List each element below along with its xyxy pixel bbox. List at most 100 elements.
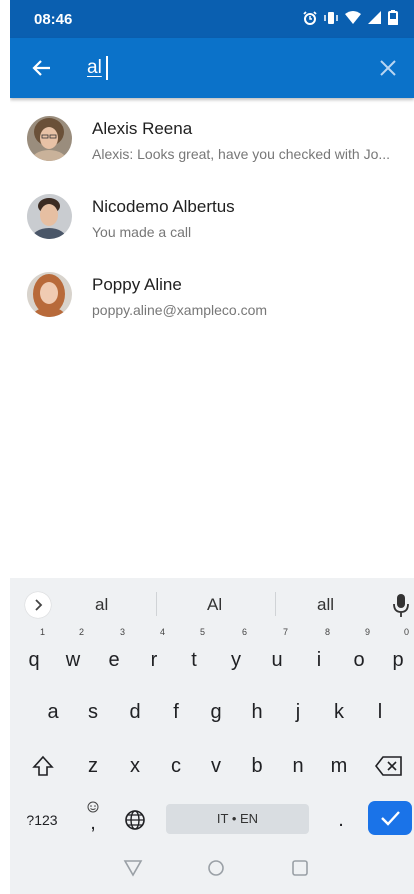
result-row-nicodemo[interactable]: Nicodemo Albertus You made a call (10, 176, 414, 254)
globe-icon (125, 810, 145, 830)
key-hint: 3 (119, 627, 125, 637)
key-label: e (108, 649, 120, 671)
key-s[interactable]: s (80, 690, 106, 734)
status-bar: 08:46 (10, 0, 414, 38)
system-nav-bar (10, 844, 414, 894)
status-time: 08:46 (34, 11, 73, 28)
contact-name: Alexis Reena (92, 119, 193, 138)
key-label: u (271, 649, 283, 671)
key-hint: 6 (241, 627, 247, 637)
search-header: al (10, 38, 414, 98)
backspace-icon (374, 756, 402, 776)
key-r[interactable]: r4 (141, 627, 167, 682)
key-row-3: z x c v b n m (10, 744, 414, 788)
period-key[interactable]: . (328, 798, 354, 842)
key-row-4: ?123 , IT • EN . (10, 798, 414, 842)
key-label: p (392, 649, 404, 671)
app-frame: 08:46 al Alexis Reena Alexis: Looks grea… (10, 0, 414, 894)
key-label: q (28, 649, 40, 671)
key-z[interactable]: z (80, 744, 106, 788)
suggestion-1[interactable]: al (95, 595, 108, 615)
contact-subtitle: poppy.aline@xampleco.com (92, 302, 268, 318)
key-label: w (65, 649, 81, 671)
key-b[interactable]: b (244, 744, 270, 788)
key-n[interactable]: n (285, 744, 311, 788)
emoji-comma-key[interactable]: , (80, 798, 106, 842)
key-hint: 9 (364, 627, 370, 637)
text-cursor (106, 56, 108, 80)
avatar (27, 116, 72, 161)
backspace-key[interactable] (372, 744, 406, 788)
suggestion-divider (156, 592, 157, 616)
result-row-alexis[interactable]: Alexis Reena Alexis: Looks great, have y… (10, 98, 414, 176)
key-row-2: a s d f g h j k l (10, 690, 414, 734)
back-arrow-icon[interactable] (30, 56, 54, 80)
key-f[interactable]: f (163, 690, 189, 734)
key-w[interactable]: w2 (60, 627, 86, 682)
key-hint: 2 (78, 627, 84, 637)
symbols-key[interactable]: ?123 (20, 798, 64, 842)
key-row-1: q1 w2 e3 r4 t5 y6 u7 i8 o9 p0 (10, 627, 414, 682)
avatar (27, 194, 72, 239)
enter-button[interactable] (368, 801, 412, 835)
key-m[interactable]: m (326, 744, 352, 788)
suggestion-3[interactable]: all (317, 595, 334, 615)
key-a[interactable]: a (40, 690, 66, 734)
key-e[interactable]: e3 (101, 627, 127, 682)
key-hint: 1 (39, 627, 45, 637)
key-i[interactable]: i8 (306, 627, 332, 682)
contact-name: Nicodemo Albertus (92, 197, 235, 216)
key-k[interactable]: k (326, 690, 352, 734)
language-key[interactable] (120, 798, 150, 842)
key-c[interactable]: c (163, 744, 189, 788)
key-g[interactable]: g (203, 690, 229, 734)
key-x[interactable]: x (122, 744, 148, 788)
key-q[interactable]: q1 (21, 627, 47, 682)
key-l[interactable]: l (367, 690, 393, 734)
soft-keyboard: al Al all q1 w2 e3 r4 t5 y6 u7 i8 o9 p0 … (10, 578, 414, 894)
space-bar[interactable]: IT • EN (166, 804, 309, 834)
suggestion-2[interactable]: Al (207, 595, 222, 615)
key-label: r (150, 649, 158, 671)
chevron-right-icon (35, 599, 43, 611)
key-h[interactable]: h (244, 690, 270, 734)
comma-label: , (90, 812, 96, 834)
expand-suggestions-button[interactable] (25, 592, 51, 618)
vibrate-icon (324, 11, 338, 24)
suggestion-divider (275, 592, 276, 616)
wifi-icon (345, 11, 361, 24)
key-o[interactable]: o9 (346, 627, 372, 682)
key-d[interactable]: d (122, 690, 148, 734)
shift-key[interactable] (28, 744, 58, 788)
key-t[interactable]: t5 (181, 627, 207, 682)
recents-nav-icon[interactable] (291, 859, 309, 877)
key-v[interactable]: v (203, 744, 229, 788)
home-nav-icon[interactable] (207, 859, 225, 877)
key-label: i (316, 649, 322, 671)
contact-name: Poppy Aline (92, 275, 182, 294)
checkmark-icon (381, 811, 400, 826)
result-row-poppy[interactable]: Poppy Aline poppy.aline@xampleco.com (10, 254, 414, 332)
avatar (27, 272, 72, 317)
search-input[interactable]: al (87, 57, 102, 79)
alarm-icon (303, 10, 317, 25)
key-u[interactable]: u7 (264, 627, 290, 682)
key-y[interactable]: y6 (223, 627, 249, 682)
shift-icon (32, 755, 54, 776)
back-nav-icon[interactable] (123, 859, 143, 877)
key-hint: 8 (324, 627, 330, 637)
signal-icon (368, 11, 381, 24)
key-label: t (191, 649, 197, 671)
status-icons (303, 10, 398, 25)
key-hint: 0 (403, 627, 409, 637)
key-label: y (231, 649, 241, 671)
suggestion-strip: al Al all (10, 578, 414, 633)
microphone-icon[interactable] (392, 592, 410, 618)
key-p[interactable]: p0 (385, 627, 411, 682)
battery-icon (388, 10, 398, 25)
key-j[interactable]: j (285, 690, 311, 734)
contact-subtitle: You made a call (92, 224, 192, 240)
key-hint: 4 (159, 627, 165, 637)
clear-icon[interactable] (378, 58, 398, 78)
key-hint: 5 (199, 627, 205, 637)
